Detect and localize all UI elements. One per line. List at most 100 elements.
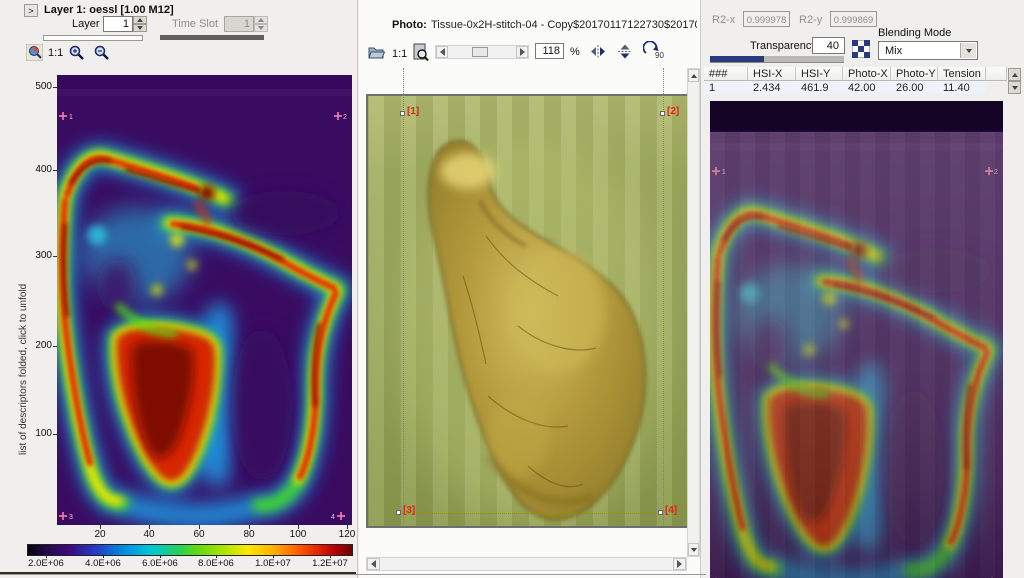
- photo-vertical-scrollbar[interactable]: [687, 68, 700, 557]
- hsi-panel: > Layer 1: oessl [1.00 M12] Layer 1 Time…: [0, 0, 358, 578]
- x-tick-20: 20: [88, 529, 112, 541]
- blend-overlay-view[interactable]: [710, 101, 1003, 578]
- photo-marker-4-handle[interactable]: [658, 510, 663, 515]
- arrow-down-icon: [691, 548, 697, 552]
- photo-marker-2-label: [2]: [667, 106, 679, 117]
- photo-marker-1-label: [1]: [407, 106, 419, 117]
- photo-zoom-actual-label[interactable]: 1:1: [392, 48, 407, 61]
- zoom-slider-right-button[interactable]: [516, 46, 528, 58]
- time-slot-spinner: [254, 16, 268, 32]
- time-slot-progress: [160, 35, 264, 40]
- photo-background[interactable]: [368, 96, 690, 526]
- photo-marker-4-label: [4]: [665, 505, 677, 516]
- colorbar-label-4: 8.0E+06: [191, 558, 241, 569]
- photo-marker-3-handle[interactable]: [396, 510, 401, 515]
- photo-label: Photo:: [392, 19, 427, 32]
- scroll-up-button[interactable]: [688, 69, 699, 82]
- col-header-hsi-y[interactable]: HSI-Y: [796, 67, 843, 81]
- y-tick-100: 100: [28, 428, 52, 440]
- descriptor-picker-icon[interactable]: [26, 44, 43, 61]
- guide-line-vertical-left: [403, 68, 404, 526]
- time-slot-input: 1: [224, 16, 254, 32]
- r2x-value-box: 0.999978: [743, 11, 790, 27]
- fit-view-icon[interactable]: [413, 43, 429, 62]
- spinner-up-icon: [137, 18, 143, 22]
- arrow-up-icon: [691, 74, 697, 78]
- layer-spinner[interactable]: [133, 16, 147, 32]
- y-tick-200: 200: [28, 340, 52, 352]
- col-header-photo-y[interactable]: Photo-Y: [891, 67, 938, 81]
- spinner-up-icon: [258, 18, 264, 22]
- y-tick-500: 500: [28, 81, 52, 93]
- r2y-value-box: 0.999869: [830, 11, 877, 27]
- cell-hsi-x: 2.434: [748, 81, 796, 94]
- blending-mode-label: Blending Mode: [878, 27, 951, 40]
- colorbar-label-1: 2.0E+06: [21, 558, 71, 569]
- rotate-90-badge: 90: [655, 51, 664, 60]
- dropdown-button[interactable]: [960, 43, 976, 58]
- hsi-heatmap-plot[interactable]: [57, 75, 352, 525]
- descriptor-unfold-note[interactable]: list of descriptors folded, click to unf…: [18, 155, 32, 455]
- col-header-photo-x[interactable]: Photo-X: [843, 67, 891, 81]
- layer-input[interactable]: 1: [103, 16, 133, 32]
- zoom-slider[interactable]: [435, 45, 529, 59]
- registration-table[interactable]: ### HSI-X HSI-Y Photo-X Photo-Y Tension …: [704, 67, 1007, 94]
- col-header-hsi-x[interactable]: HSI-X: [748, 67, 796, 81]
- arrow-right-icon: [520, 48, 525, 56]
- x-tick-100: 100: [286, 529, 310, 541]
- time-slot-label: Time Slot: [172, 18, 218, 31]
- col-header-index[interactable]: ###: [704, 67, 748, 81]
- transparency-slider-fill: [710, 56, 764, 62]
- flip-vertical-icon[interactable]: [617, 43, 633, 60]
- flip-horizontal-icon[interactable]: [589, 44, 607, 59]
- colorbar-label-3: 6.0E+06: [135, 558, 185, 569]
- photo-marker-2-handle[interactable]: [660, 111, 665, 116]
- zoom-out-icon[interactable]: [93, 44, 110, 61]
- collapse-panel-button[interactable]: >: [24, 4, 38, 17]
- scroll-down-button[interactable]: [688, 543, 699, 556]
- photo-marker-1-handle[interactable]: [400, 111, 405, 116]
- table-scroll-spinner[interactable]: [1008, 68, 1021, 94]
- spinner-down-icon: [1012, 86, 1018, 90]
- zoom-in-icon[interactable]: [68, 44, 85, 61]
- guide-line-horizontal: [399, 513, 663, 514]
- overlay-heatmap-layer: [710, 129, 1003, 578]
- table-header-row: ### HSI-X HSI-Y Photo-X Photo-Y Tension: [704, 67, 1007, 81]
- col-header-tension[interactable]: Tension: [938, 67, 986, 81]
- x-tick-120: 120: [335, 529, 359, 541]
- hsi-heatmap-image: [57, 75, 352, 525]
- colorbar-label-5: 1.0E+07: [248, 558, 298, 569]
- x-tick-60: 60: [187, 529, 211, 541]
- window-bottom-edge: [0, 574, 706, 575]
- y-tick-400: 400: [28, 164, 52, 176]
- y-tick-300: 300: [28, 250, 52, 262]
- photo-horizontal-scrollbar[interactable]: [366, 557, 687, 571]
- table-row[interactable]: 1 2.434 461.9 42.00 26.00 11.40: [704, 81, 1007, 94]
- col-header-spacer: [986, 67, 1007, 81]
- zoom-slider-thumb[interactable]: [472, 47, 488, 57]
- r2y-label: R2-y: [799, 14, 822, 27]
- photo-frame: [366, 94, 692, 528]
- scroll-right-button[interactable]: [673, 558, 686, 570]
- layer-progress: [43, 35, 143, 41]
- application-window: > Layer 1: oessl [1.00 M12] Layer 1 Time…: [0, 0, 1024, 578]
- tissue-photo-image: [368, 96, 690, 526]
- scroll-left-button[interactable]: [367, 558, 380, 570]
- r2x-label: R2-x: [712, 14, 735, 27]
- transparency-slider[interactable]: [710, 56, 844, 63]
- zoom-percent-input[interactable]: 118: [535, 43, 564, 59]
- blending-mode-dropdown[interactable]: Mix: [878, 41, 978, 60]
- transparency-input[interactable]: 40: [812, 37, 845, 54]
- open-photo-icon[interactable]: [368, 45, 385, 59]
- colorbar-label-6: 1.2E+07: [305, 558, 355, 569]
- colorbar: [27, 544, 353, 556]
- blend-panel: R2-x 0.999978 R2-y 0.999869 Transparency…: [702, 0, 1024, 578]
- overlay-top-strip: [710, 101, 1003, 131]
- photo-marker-3-label: [3]: [403, 505, 415, 516]
- layer-label: Layer: [72, 18, 100, 31]
- guide-line-vertical-right: [663, 68, 664, 526]
- zoom-slider-left-button[interactable]: [436, 46, 448, 58]
- zoom-actual-label[interactable]: 1:1: [48, 47, 63, 60]
- chevron-down-icon: [966, 49, 972, 53]
- blend-pattern-icon[interactable]: [852, 40, 870, 58]
